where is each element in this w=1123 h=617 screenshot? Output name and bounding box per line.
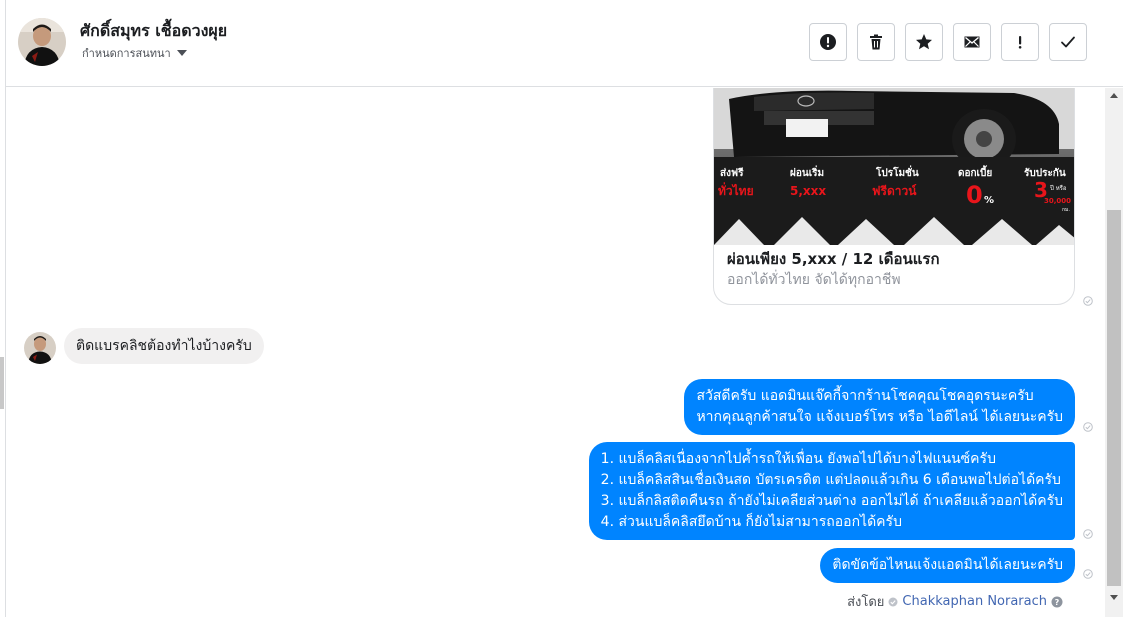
svg-text:?: ? [1055, 598, 1060, 607]
assign-label: กำหนดการสนทนา [82, 47, 171, 60]
message-line: 1. แบล็คลิสเนื่องจากไปค้ำรถให้เพื่อน ยัง… [600, 451, 996, 467]
sent-by-info: ส่งโดย Chakkaphan Norarach ? [847, 591, 1063, 612]
seen-check-icon [1083, 422, 1093, 432]
message-line: ติดขัดข้อไหนแจ้งแอดมินได้เลยนะครับ [832, 557, 1063, 573]
scrollbar-thumb[interactable] [1107, 210, 1121, 586]
promo-label-installment: ผ่อนเริ่ม [790, 165, 824, 179]
star-icon [916, 34, 932, 50]
message-line: หากคุณลูกค้าสนใจ แจ้งเบอร์โทร หรือ ไอดีไ… [696, 409, 1063, 425]
promo-label-free-ship: ส่งฟรี [720, 167, 744, 179]
promo-card[interactable]: ส่งฟรี ทั่วไทย ผ่อนเริ่ม 5,xxx โปรโมชั่น… [713, 88, 1075, 305]
promo-label-km-value: 30,000 [1044, 197, 1071, 205]
panel-resize-handle[interactable] [0, 357, 4, 409]
help-icon[interactable]: ? [1051, 596, 1063, 608]
message-thread[interactable]: ส่งฟรี ทั่วไทย ผ่อนเริ่ม 5,xxx โปรโมชั่น… [6, 88, 1103, 617]
promo-label-interest-value: 0 [966, 181, 983, 209]
promo-label-km: กม. [1062, 207, 1070, 213]
conversation-header: ศักดิ์สมุทร เชื้อดวงผุย กำหนดการสนทนา [6, 0, 1123, 87]
alert-circle-icon [820, 34, 836, 50]
envelope-icon [964, 36, 980, 48]
exclamation-icon [1018, 36, 1022, 49]
promo-label-promotion: โปรโมชั่น [875, 165, 919, 179]
scroll-up-arrow-icon[interactable] [1110, 93, 1118, 98]
promo-label-interest: ดอกเบี้ย [958, 165, 992, 179]
caret-down-icon [176, 50, 187, 56]
promo-label-free-down: ฟรีดาวน์ [872, 184, 917, 198]
mark-done-button[interactable] [1049, 23, 1087, 61]
promo-label-percent: % [984, 195, 994, 206]
conversation-toolbar [809, 23, 1087, 61]
contact-name[interactable]: ศักดิ์สมุทร เชื้อดวงผุย [80, 19, 227, 44]
sent-by-name-link[interactable]: Chakkaphan Norarach [902, 594, 1047, 609]
scroll-down-arrow-icon[interactable] [1110, 595, 1118, 600]
assign-conversation-dropdown[interactable]: กำหนดการสนทนา [82, 44, 187, 62]
thread-scrollbar[interactable] [1105, 88, 1123, 617]
promo-car-image: ส่งฟรี ทั่วไทย ผ่อนเริ่ม 5,xxx โปรโมชั่น… [714, 88, 1074, 245]
message-line: 3. แบล็กลิสติดคืนรถ ถ้ายังไม่เคลียส่วนต่… [600, 493, 1063, 509]
seen-check-icon [1083, 296, 1093, 306]
seen-check-icon [1083, 569, 1093, 579]
message-line: สวัสดีครับ แอดมินแจ๊คกี้จากร้านโชคคุณโชค… [696, 388, 1034, 404]
outgoing-message-bubble[interactable]: 1. แบล็คลิสเนื่องจากไปค้ำรถให้เพื่อน ยัง… [588, 442, 1075, 540]
delete-button[interactable] [857, 23, 895, 61]
message-line: 2. แบล็คลิสสินเชื่อเงินสด บัตรเครดิต แต่… [600, 472, 1061, 488]
promo-label-installment-amount: 5,xxx [790, 184, 826, 198]
follow-up-button[interactable] [1001, 23, 1039, 61]
promo-label-nationwide: ทั่วไทย [718, 182, 754, 198]
sent-by-label: ส่งโดย [847, 595, 885, 610]
mark-unread-button[interactable] [953, 23, 991, 61]
promo-label-years-or: ปี หรือ [1049, 184, 1067, 192]
avatar[interactable] [24, 332, 56, 364]
seen-check-icon [1083, 529, 1093, 539]
check-icon [1061, 36, 1075, 48]
outgoing-message-bubble[interactable]: ติดขัดข้อไหนแจ้งแอดมินได้เลยนะครับ [820, 548, 1075, 583]
card-title: ผ่อนเพียง 5,xxx / 12 เดือนแรก [727, 250, 940, 268]
message-line: 4. ส่วนแบล็คลิสยึดบ้าน ก็ยังไม่สามารถออก… [600, 514, 902, 530]
verified-check-icon [888, 597, 898, 606]
outgoing-message-bubble[interactable]: สวัสดีครับ แอดมินแจ๊คกี้จากร้านโชคคุณโชค… [684, 379, 1075, 435]
mark-spam-button[interactable] [809, 23, 847, 61]
trash-icon [870, 34, 882, 50]
card-subtitle: ออกได้ทั่วไทย จัดได้ทุกอาชีพ [727, 272, 901, 288]
incoming-message-bubble[interactable]: ติดแบรคลิชต้องทำไงบ้างครับ [64, 328, 264, 364]
messenger-window: ศักดิ์สมุทร เชื้อดวงผุย กำหนดการสนทนา ส่… [0, 0, 1123, 617]
star-button[interactable] [905, 23, 943, 61]
avatar[interactable] [18, 18, 66, 66]
